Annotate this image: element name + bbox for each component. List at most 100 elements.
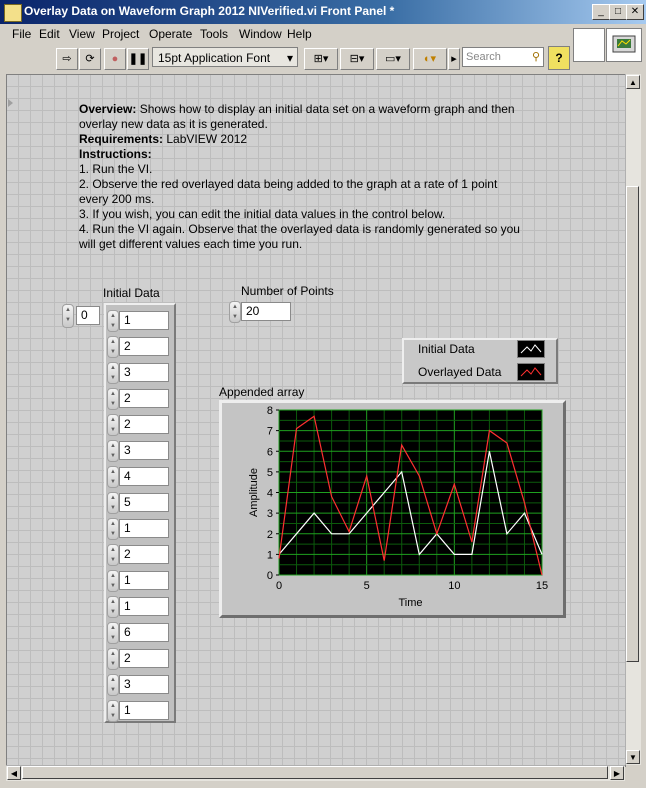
array-element-field[interactable]: 2 (119, 337, 169, 356)
minimize-icon[interactable]: _ (592, 4, 610, 20)
x-tick-label: 5 (364, 580, 370, 592)
element-spinner-icon[interactable]: ▲ ▼ (107, 518, 119, 540)
align-objects-icon[interactable]: ⊞▾ (304, 48, 338, 70)
element-spinner-icon[interactable]: ▲ ▼ (107, 648, 119, 670)
y-tick-label: 4 (267, 488, 273, 500)
run-continuously-icon[interactable]: ⟳ (79, 48, 101, 70)
x-tick-label: 10 (448, 580, 460, 592)
horizontal-scroll-thumb[interactable] (22, 766, 608, 779)
window-title: Overlay Data on Waveform Graph 2012 NIVe… (24, 4, 395, 18)
element-spinner-icon[interactable]: ▲ ▼ (107, 492, 119, 514)
x-axis-label: Time (398, 597, 422, 609)
num-points-field[interactable]: 20 (241, 302, 291, 321)
scroll-right-icon[interactable]: ▶ (610, 766, 624, 780)
chevron-down-icon: ▾ (286, 51, 293, 65)
array-element-field[interactable]: 5 (119, 493, 169, 512)
vi-icon (573, 28, 605, 62)
y-tick-label: 6 (267, 446, 273, 458)
y-tick-label: 7 (267, 426, 273, 438)
font-select[interactable]: 15pt Application Font ▾ (152, 47, 298, 67)
scroll-down-icon[interactable]: ▼ (626, 750, 640, 764)
overview-label: Overview: (79, 102, 137, 116)
maximize-icon[interactable]: □ (609, 4, 627, 20)
instructions-label: Instructions: (79, 147, 152, 161)
scroll-up-icon[interactable]: ▲ (626, 75, 640, 89)
close-icon[interactable]: ✕ (626, 4, 644, 20)
array-element-field[interactable]: 6 (119, 623, 169, 642)
array-element-field[interactable]: 3 (119, 675, 169, 694)
instruction-step: 3. If you wish, you can edit the initial… (79, 207, 446, 221)
distribute-objects-icon[interactable]: ⊟▾ (340, 48, 374, 70)
menu-bar (0, 24, 646, 44)
array-element-field[interactable]: 1 (119, 571, 169, 590)
element-spinner-icon[interactable]: ▲ ▼ (107, 414, 119, 436)
element-spinner-icon[interactable]: ▲ ▼ (107, 544, 119, 566)
y-axis-label: Amplitude (248, 468, 260, 517)
element-spinner-icon[interactable]: ▲ ▼ (107, 336, 119, 358)
description-text: Overview: Shows how to display an initia… (79, 102, 529, 252)
vertical-scroll-thumb[interactable] (626, 186, 639, 662)
overview-text: Shows how to display an initial data set… (79, 102, 515, 131)
menu-window[interactable]: Window (239, 27, 282, 41)
array-element-field[interactable]: 1 (119, 701, 169, 720)
element-spinner-icon[interactable]: ▲ ▼ (107, 466, 119, 488)
array-element-field[interactable]: 2 (119, 649, 169, 668)
search-input[interactable]: Search ⚲ (462, 47, 544, 67)
pause-icon[interactable]: ❚❚ (127, 48, 149, 70)
element-spinner-icon[interactable]: ▲ ▼ (107, 596, 119, 618)
run-arrow-icon[interactable]: ⇨ (56, 48, 78, 70)
requirements-label: Requirements: (79, 132, 164, 146)
labview-app-icon (4, 4, 22, 22)
initial-data-label: Initial Data (103, 286, 160, 300)
search-placeholder: Search (466, 51, 501, 63)
element-spinner-icon[interactable]: ▲ ▼ (107, 440, 119, 462)
menu-edit[interactable]: Edit (39, 27, 60, 41)
array-element-field[interactable]: 3 (119, 441, 169, 460)
context-help-button[interactable]: ? (548, 46, 570, 70)
array-element-field[interactable]: 3 (119, 363, 169, 382)
menu-file[interactable]: File (12, 27, 31, 41)
resize-objects-icon[interactable]: ▭▾ (376, 48, 410, 70)
toolbar-expand-icon[interactable]: ▸ (448, 48, 460, 70)
element-spinner-icon[interactable]: ▲ ▼ (107, 310, 119, 332)
graph-label: Appended array (219, 385, 305, 399)
element-spinner-icon[interactable]: ▲ ▼ (107, 674, 119, 696)
array-element-field[interactable]: 1 (119, 519, 169, 538)
num-points-label: Number of Points (241, 284, 334, 298)
menu-view[interactable]: View (69, 27, 95, 41)
array-element-field[interactable]: 2 (119, 415, 169, 434)
y-tick-label: 8 (267, 405, 273, 417)
num-points-spinner-icon[interactable]: ▲ ▼ (229, 301, 241, 323)
waveform-graph-plot: 0 1 2 3 4 5 6 7 8 0 5 10 15 Time Amplitude (248, 405, 548, 609)
array-element-field[interactable]: 1 (119, 311, 169, 330)
x-tick-label: 15 (536, 580, 548, 592)
reorder-icon[interactable]: ◐▾ (413, 48, 447, 70)
element-spinner-icon[interactable]: ▲ ▼ (107, 700, 119, 722)
array-element-field[interactable]: 4 (119, 467, 169, 486)
scroll-left-icon[interactable]: ◀ (7, 766, 21, 780)
element-spinner-icon[interactable]: ▲ ▼ (107, 570, 119, 592)
instruction-step: 1. Run the VI. (79, 162, 153, 176)
element-spinner-icon[interactable]: ▲ ▼ (107, 388, 119, 410)
y-tick-label: 0 (267, 570, 273, 582)
y-tick-label: 1 (267, 549, 273, 561)
legend-swatch-overlayed[interactable] (517, 363, 545, 381)
menu-operate[interactable]: Operate (149, 27, 192, 41)
abort-icon[interactable]: ● (104, 48, 126, 70)
connector-pane-icon (606, 28, 642, 62)
array-element-field[interactable]: 2 (119, 389, 169, 408)
array-index-spinner-icon[interactable]: ▲ ▼ (62, 304, 74, 328)
instruction-step: 2. Observe the red overlayed data being … (79, 177, 498, 206)
menu-help[interactable]: Help (287, 27, 312, 41)
legend-overlayed-data: Overlayed Data (418, 365, 502, 379)
x-tick-label: 0 (276, 580, 282, 592)
instruction-step: 4. Run the VI again. Observe that the ov… (79, 222, 520, 251)
element-spinner-icon[interactable]: ▲ ▼ (107, 362, 119, 384)
array-index-field[interactable]: 0 (76, 306, 100, 325)
menu-project[interactable]: Project (102, 27, 139, 41)
element-spinner-icon[interactable]: ▲ ▼ (107, 622, 119, 644)
array-element-field[interactable]: 1 (119, 597, 169, 616)
legend-swatch-initial[interactable] (517, 340, 545, 358)
menu-tools[interactable]: Tools (200, 27, 228, 41)
array-element-field[interactable]: 2 (119, 545, 169, 564)
